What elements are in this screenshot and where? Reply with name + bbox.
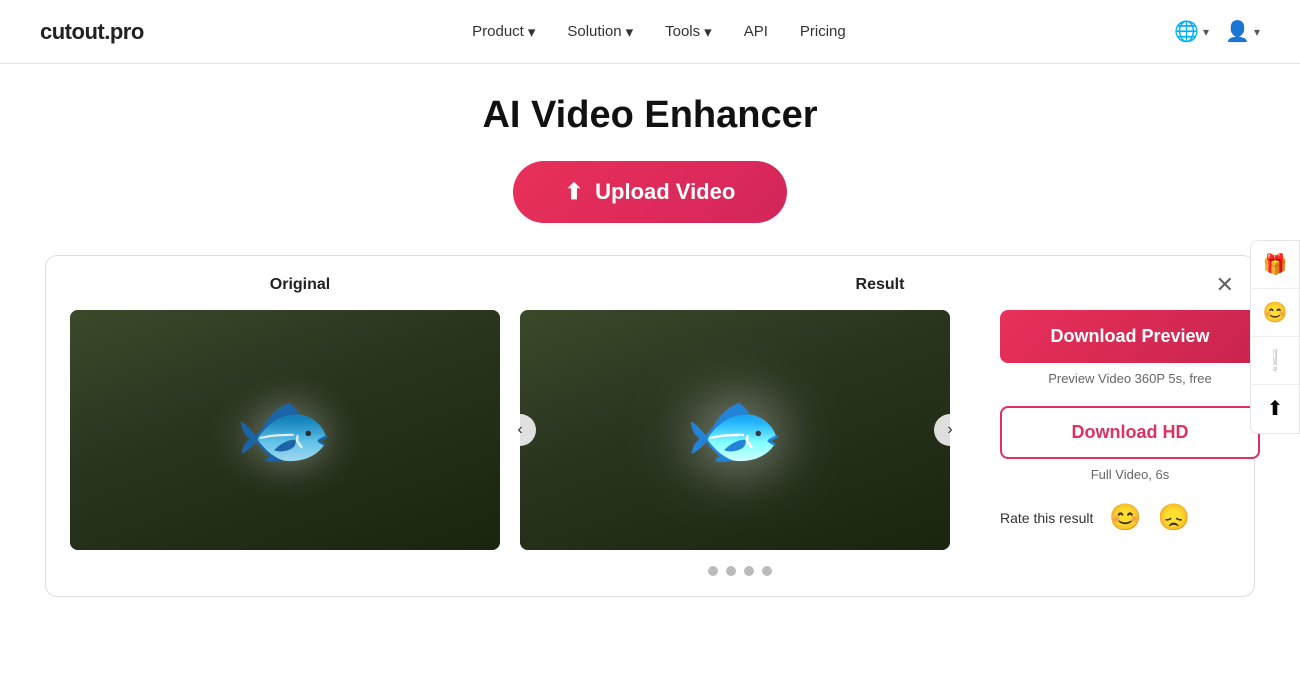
translate-button[interactable]: 🌐 ▾ xyxy=(1174,19,1209,44)
main-content: AI Video Enhancer ⬆ Upload Video Origina… xyxy=(0,64,1300,597)
nav-item-tools[interactable]: Tools ▾ xyxy=(665,23,712,41)
nav-item-pricing[interactable]: Pricing xyxy=(800,23,846,40)
chevron-down-icon: ▾ xyxy=(1254,25,1260,39)
upload-sidebar-button[interactable]: ⬆ xyxy=(1251,385,1299,433)
upload-icon: ⬆ xyxy=(565,179,583,205)
nav-item-solution[interactable]: Solution ▾ xyxy=(567,23,633,41)
gift-button[interactable]: 🎁 xyxy=(1251,241,1299,289)
original-video xyxy=(70,310,500,550)
user-face-button[interactable]: 😊 xyxy=(1251,289,1299,337)
original-video-thumbnail xyxy=(70,310,500,550)
page-title: AI Video Enhancer xyxy=(482,94,817,137)
user-face-icon: 😊 xyxy=(1263,300,1288,325)
progress-dots xyxy=(530,566,950,576)
comparison-card: Original Result ✕ ‹ xyxy=(45,255,1255,597)
dot-4[interactable] xyxy=(762,566,772,576)
rate-section: Rate this result 😊 😞 xyxy=(1000,502,1260,533)
user-icon: 👤 xyxy=(1225,19,1250,44)
close-button[interactable]: ✕ xyxy=(1216,272,1234,298)
sidebar-panel: 🎁 😊 ❕ ⬆ xyxy=(1250,240,1300,434)
nav-right: 🌐 ▾ 👤 ▾ xyxy=(1174,19,1260,44)
translate-icon: 🌐 xyxy=(1174,19,1199,44)
logo[interactable]: cutout.pro xyxy=(40,19,144,45)
nav-item-product[interactable]: Product ▾ xyxy=(472,23,535,41)
nav-item-api[interactable]: API xyxy=(744,23,768,40)
download-hd-button[interactable]: Download HD xyxy=(1000,406,1260,459)
user-account-button[interactable]: 👤 ▾ xyxy=(1225,19,1260,44)
dot-1[interactable] xyxy=(708,566,718,576)
alert-button[interactable]: ❕ xyxy=(1251,337,1299,385)
next-frame-button[interactable]: › xyxy=(934,414,966,446)
upload-sidebar-icon: ⬆ xyxy=(1267,396,1284,421)
chevron-down-icon: ▾ xyxy=(1203,25,1209,39)
card-headers: Original Result xyxy=(70,276,1230,294)
alert-icon: ❕ xyxy=(1263,348,1288,373)
result-header: Result xyxy=(530,276,1230,294)
chevron-down-icon: ▾ xyxy=(528,23,536,41)
right-panel: Download Preview Preview Video 360P 5s, … xyxy=(970,310,1260,533)
original-header: Original xyxy=(70,276,530,294)
full-video-note: Full Video, 6s xyxy=(1000,467,1260,482)
dot-2[interactable] xyxy=(726,566,736,576)
prev-frame-button[interactable]: ‹ xyxy=(504,414,536,446)
chevron-down-icon: ▾ xyxy=(626,23,634,41)
nav-links: Product ▾ Solution ▾ Tools ▾ API Pricing xyxy=(472,23,846,41)
download-preview-button[interactable]: Download Preview xyxy=(1000,310,1260,363)
result-video-container: ‹ › xyxy=(520,310,950,550)
happy-rating-button[interactable]: 😊 xyxy=(1109,502,1141,533)
dot-3[interactable] xyxy=(744,566,754,576)
result-video-thumbnail xyxy=(520,310,950,550)
chevron-down-icon: ▾ xyxy=(704,23,712,41)
upload-video-button[interactable]: ⬆ Upload Video xyxy=(513,161,788,223)
result-video xyxy=(520,310,950,550)
sad-rating-button[interactable]: 😞 xyxy=(1158,502,1190,533)
preview-note: Preview Video 360P 5s, free xyxy=(1000,371,1260,386)
rate-label: Rate this result xyxy=(1000,510,1093,526)
navbar: cutout.pro Product ▾ Solution ▾ Tools ▾ … xyxy=(0,0,1300,64)
gift-icon: 🎁 xyxy=(1263,252,1288,277)
